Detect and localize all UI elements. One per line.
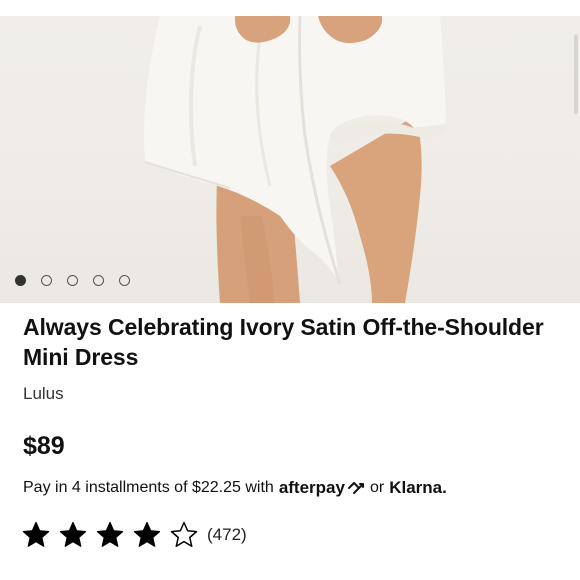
brand-link[interactable]: Lulus bbox=[23, 384, 64, 404]
carousel-dot-2[interactable] bbox=[41, 275, 52, 286]
rating-count: (472) bbox=[207, 525, 247, 544]
top-status-strip bbox=[0, 0, 580, 16]
afterpay-label: afterpay bbox=[278, 478, 345, 497]
star-rating bbox=[21, 520, 199, 550]
star-filled-icon bbox=[133, 521, 161, 547]
installments-row: Pay in 4 installments of $22.25 with aft… bbox=[23, 478, 447, 498]
product-photo[interactable] bbox=[0, 16, 580, 303]
product-title: Always Celebrating Ivory Satin Off-the-S… bbox=[23, 314, 544, 370]
rating-row[interactable]: (472) bbox=[21, 520, 247, 550]
afterpay-link[interactable]: afterpay bbox=[279, 478, 365, 498]
star-filled-icon bbox=[22, 521, 50, 547]
installments-text: Pay in 4 installments of $22.25 with bbox=[23, 479, 274, 496]
dress-illustration bbox=[144, 16, 446, 303]
carousel-dots bbox=[15, 275, 130, 286]
star-filled-icon bbox=[59, 521, 87, 547]
carousel-dot-4[interactable] bbox=[93, 275, 104, 286]
carousel-dot-5[interactable] bbox=[119, 275, 130, 286]
or-label: or bbox=[369, 479, 385, 496]
carousel-dot-3[interactable] bbox=[67, 275, 78, 286]
star-filled-icon bbox=[96, 521, 124, 547]
star-empty-icon bbox=[170, 521, 198, 547]
product-price: $89 bbox=[23, 432, 65, 460]
afterpay-arrows-icon bbox=[347, 482, 364, 494]
klarna-link[interactable]: Klarna. bbox=[389, 478, 447, 498]
image-scroll-indicator bbox=[574, 34, 578, 114]
carousel-dot-1[interactable] bbox=[15, 275, 26, 286]
